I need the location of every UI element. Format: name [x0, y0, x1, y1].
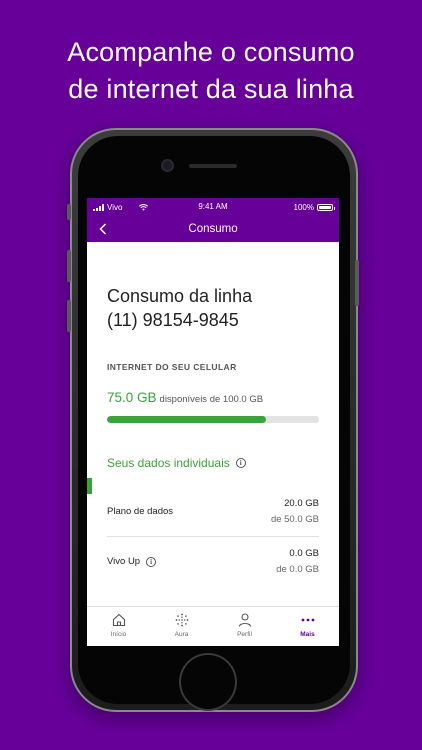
aura-icon [175, 613, 188, 627]
volume-down-button [67, 300, 71, 332]
headline-line-1: Acompanhe o consumo [67, 37, 355, 67]
phone-screen: Vivo 9:41 AM 100% Consumo Consumo da lin… [87, 198, 339, 646]
individual-data-label: Seus dados individuais [107, 456, 230, 470]
headline-line-2: de internet da sua linha [68, 74, 354, 104]
row-values: 0.0 GB de 0.0 GB [276, 548, 319, 575]
available-total: disponíveis de 100.0 GB [159, 394, 264, 405]
row-label: Vivo Up [107, 556, 141, 567]
list-item: Vivo Up i 0.0 GB de 0.0 GB [107, 537, 319, 586]
row-value: 0.0 GB [289, 548, 319, 559]
row-label-wrap: Vivo Up i [107, 556, 157, 567]
volume-up-button [67, 250, 71, 282]
phone-number: (11) 98154-9845 [107, 310, 239, 330]
home-button [181, 655, 235, 709]
row-total: de 0.0 GB [276, 564, 319, 575]
tab-aura[interactable]: Aura [150, 607, 213, 646]
tab-mais[interactable]: Mais [276, 607, 339, 646]
power-button [355, 260, 359, 306]
headline: Acompanhe o consumo de internet da sua l… [0, 34, 422, 108]
available-amount: 75.0 GB [107, 390, 157, 405]
nav-bar: Consumo [87, 216, 339, 242]
front-camera [163, 161, 172, 170]
row-total: de 50.0 GB [270, 514, 319, 525]
individual-data-link[interactable]: Seus dados individuais i [107, 456, 319, 470]
info-icon[interactable]: i [146, 556, 157, 567]
person-icon [238, 613, 251, 627]
main-content[interactable]: Consumo da linha (11) 98154-9845 INTERNE… [87, 242, 339, 604]
row-value: 20.0 GB [284, 498, 319, 509]
available-data: 75.0 GB disponíveis de 100.0 GB [107, 390, 319, 405]
usage-progress-fill [107, 416, 266, 423]
page-title-line-1: Consumo da linha [107, 286, 253, 306]
tab-perfil[interactable]: Perfil [213, 607, 276, 646]
status-time: 9:41 AM [198, 202, 228, 211]
section-label: INTERNET DO SEU CELULAR [107, 362, 237, 372]
tab-inicio[interactable]: Início [87, 607, 150, 646]
battery-icon [317, 203, 335, 211]
usage-progress-bar [107, 416, 319, 423]
tab-label: Início [110, 631, 127, 638]
chevron-left-icon [99, 223, 107, 235]
tab-bar: Início Aura Perfil Mais [87, 606, 339, 646]
home-icon [112, 613, 125, 627]
section-indicator [87, 478, 92, 494]
tab-label: Aura [174, 631, 189, 638]
list-item: Plano de dados 20.0 GB de 50.0 GB [107, 487, 319, 537]
tab-label: Mais [300, 631, 315, 638]
earpiece-speaker [189, 164, 237, 168]
silent-switch [67, 204, 71, 220]
status-bar: Vivo 9:41 AM 100% [87, 198, 339, 216]
tab-label: Perfil [237, 631, 252, 638]
page-title: Consumo da linha (11) 98154-9845 [107, 284, 319, 332]
back-button[interactable] [95, 221, 111, 237]
info-icon[interactable]: i [235, 458, 246, 468]
row-values: 20.0 GB de 50.0 GB [271, 498, 319, 525]
nav-title: Consumo [188, 223, 238, 235]
more-icon [301, 618, 314, 622]
row-label: Plano de dados [107, 506, 174, 517]
